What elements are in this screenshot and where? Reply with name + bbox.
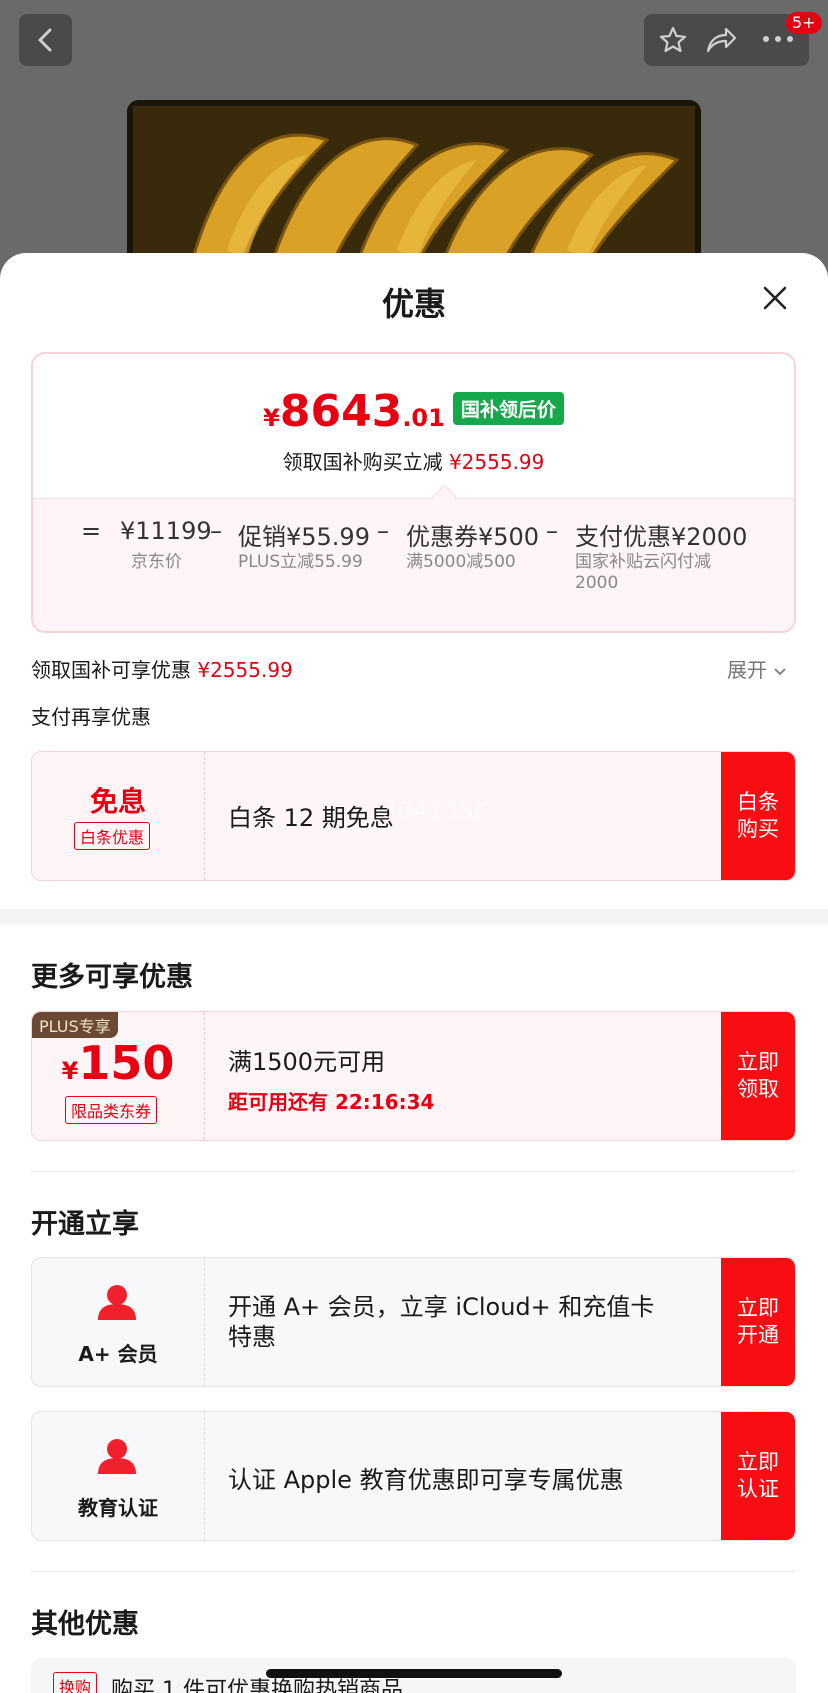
price-integer: 8643 bbox=[279, 386, 403, 437]
close-icon[interactable] bbox=[760, 283, 790, 313]
expand-button[interactable]: 展开 bbox=[727, 654, 787, 683]
breakdown-value: 支付优惠¥2000 bbox=[575, 523, 748, 551]
breakdown-sub: 京东价 bbox=[131, 552, 182, 572]
breakdown-value: 优惠券¥500 bbox=[406, 523, 540, 551]
coupon-amount: ¥150 bbox=[32, 1036, 204, 1090]
breakdown-op: – bbox=[377, 517, 389, 545]
breakdown-value: ¥11199 bbox=[120, 517, 212, 545]
baitiao-buy-button[interactable]: 白条 购买 bbox=[721, 752, 795, 880]
aplus-text: 开通 A+ 会员，立享 iCloud+ 和充值卡 特惠 bbox=[228, 1293, 655, 1351]
sheet-title: 优惠 bbox=[381, 285, 446, 323]
notification-badge: 5+ bbox=[786, 12, 822, 34]
open-aplus-button[interactable]: 立即 开通 bbox=[721, 1258, 795, 1386]
coupon-condition: 满1500元可用 bbox=[228, 1048, 386, 1076]
price-decimal: .01 bbox=[402, 404, 445, 432]
edu-text: 认证 Apple 教育优惠即可享专属优惠 bbox=[228, 1466, 624, 1494]
open-section-title: 开通立享 bbox=[31, 1209, 139, 1240]
subsidy-row-label: 领取国补可享优惠 bbox=[31, 658, 191, 682]
chevron-down-icon bbox=[774, 668, 787, 676]
edu-card: 教育认证 认证 Apple 教育优惠即可享专属优惠 立即 认证 bbox=[31, 1411, 796, 1541]
edu-label: 教育认证 bbox=[78, 1496, 158, 1520]
baitiao-card: 免息 白条优惠 白条 12 期免息 30423SK 白条 购买 bbox=[31, 751, 796, 881]
price-breakdown-card: ¥8643.01 国补领后价 领取国补购买立减 ¥2555.99 = ¥11199… bbox=[31, 352, 796, 633]
aplus-label: A+ 会员 bbox=[78, 1342, 158, 1366]
exchange-tag: 换购 bbox=[53, 1672, 98, 1693]
separator bbox=[31, 1571, 796, 1572]
coupon-category-tag: 限品类东券 bbox=[65, 1096, 158, 1124]
subsidy-amount: ¥2555.99 bbox=[448, 450, 545, 474]
more-icon[interactable] bbox=[762, 34, 794, 44]
expand-label: 展开 bbox=[727, 658, 767, 682]
back-button[interactable] bbox=[19, 14, 72, 66]
subsidy-price-tag: 国补领后价 bbox=[452, 392, 564, 425]
subsidy-label: 领取国补购买立减 bbox=[282, 450, 443, 474]
plus-exclusive-tag: PLUS专享 bbox=[32, 1012, 118, 1038]
breakdown-op: – bbox=[210, 517, 222, 545]
coupon-currency: ¥ bbox=[61, 1057, 79, 1085]
pay-section-title: 支付再享优惠 bbox=[31, 705, 151, 729]
final-price: ¥8643.01 国补领后价 bbox=[33, 386, 794, 437]
member-icon bbox=[98, 1285, 136, 1320]
breakdown-sub: PLUS立减55.99 bbox=[238, 552, 363, 572]
aplus-card: A+ 会员 开通 A+ 会员，立享 iCloud+ 和充值卡 特惠 立即 开通 bbox=[31, 1257, 796, 1387]
share-icon[interactable] bbox=[704, 25, 738, 55]
breakdown-sub: 国家补贴云闪付减 2000 bbox=[575, 552, 711, 593]
more-section-title: 更多可享优惠 bbox=[31, 962, 193, 993]
price-currency: ¥ bbox=[263, 404, 280, 432]
home-indicator bbox=[266, 1669, 562, 1678]
star-icon[interactable] bbox=[658, 25, 688, 55]
baitiao-tag: 白条优惠 bbox=[74, 822, 151, 850]
breakdown-op: = bbox=[81, 517, 102, 545]
baitiao-text: 白条 12 期免息 bbox=[228, 804, 394, 832]
breakdown-sub: 满5000减500 bbox=[406, 552, 516, 572]
section-divider bbox=[0, 909, 828, 925]
subsidy-row-amount: ¥2555.99 bbox=[197, 658, 293, 682]
breakdown-op: – bbox=[546, 517, 558, 545]
breakdown-value: 促销¥55.99 bbox=[238, 523, 370, 551]
top-actions-group bbox=[644, 14, 809, 66]
claim-coupon-button[interactable]: 立即 领取 bbox=[721, 1012, 795, 1140]
verify-edu-button[interactable]: 立即 认证 bbox=[721, 1412, 795, 1540]
chevron-left-icon bbox=[38, 28, 52, 52]
coupon-countdown: 距可用还有 22:16:34 bbox=[228, 1090, 435, 1114]
coupon-value: 150 bbox=[78, 1036, 175, 1090]
coupon-card: PLUS专享 ¥150 限品类东券 满1500元可用 距可用还有 22:16:3… bbox=[31, 1011, 796, 1141]
separator bbox=[31, 1171, 796, 1172]
watermark: 30423SK bbox=[382, 796, 490, 824]
member-icon bbox=[98, 1439, 136, 1474]
subsidy-line: 领取国补购买立减 ¥2555.99 bbox=[33, 446, 794, 475]
interest-free-label: 免息 bbox=[89, 785, 146, 818]
discount-sheet: 优惠 ¥8643.01 国补领后价 领取国补购买立减 ¥2555.99 = ¥11… bbox=[0, 253, 828, 1693]
other-section-title: 其他优惠 bbox=[31, 1609, 139, 1640]
subsidy-row: 领取国补可享优惠 ¥2555.99 bbox=[31, 654, 293, 683]
